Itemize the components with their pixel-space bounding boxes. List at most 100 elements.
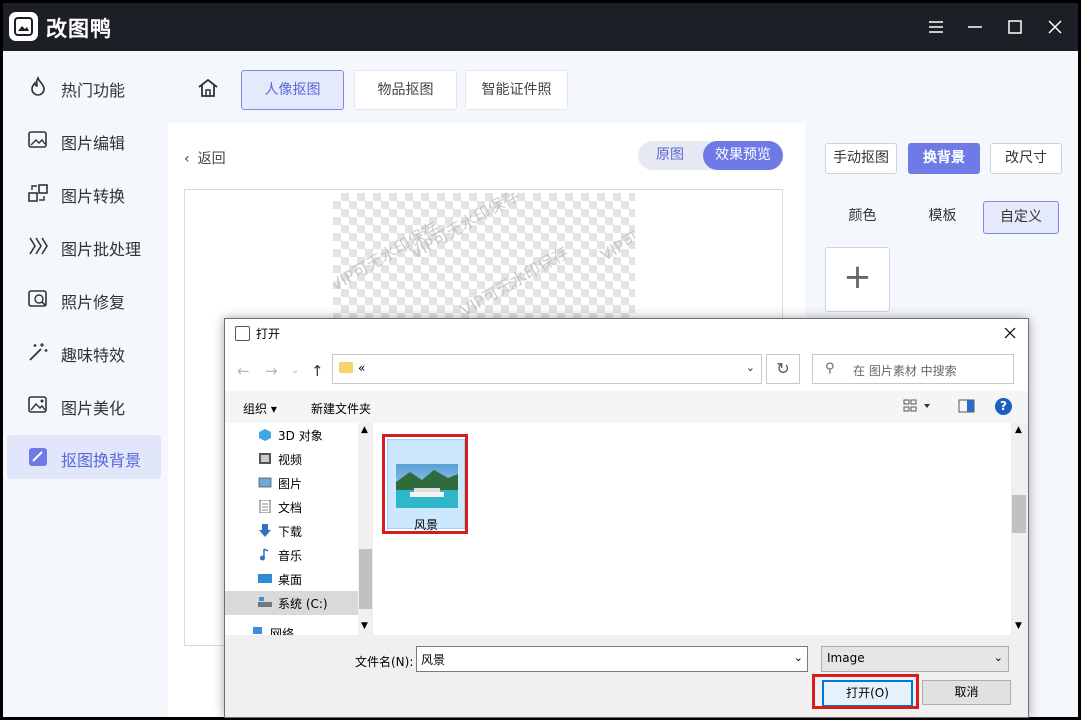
dialog-app-icon xyxy=(235,326,250,341)
app-logo-icon xyxy=(9,12,38,41)
up-arrow-icon[interactable]: ↑ xyxy=(311,362,324,380)
view-options-icon[interactable] xyxy=(903,398,933,417)
tree-item-system-drive[interactable]: 系统 (C:) xyxy=(225,591,358,615)
add-background-button[interactable]: + xyxy=(825,247,890,312)
image-beautify-icon xyxy=(27,394,49,416)
download-icon xyxy=(258,524,272,537)
network-icon xyxy=(250,626,264,635)
file-list: 风景 xyxy=(373,423,1011,635)
tree-scrollbar[interactable]: ▲ ▼ xyxy=(358,423,373,635)
navigation-tree: 3D 对象 视频 图片 文档 下载 音乐 桌面 系统 (C:) 网络 xyxy=(225,423,358,635)
close-icon[interactable] xyxy=(1043,15,1067,39)
chevron-down-icon[interactable]: ⌄ xyxy=(746,361,755,374)
drive-icon xyxy=(258,596,272,609)
tab-portrait-cutout[interactable]: 人像抠图 xyxy=(241,70,344,110)
tree-item-3d-objects[interactable]: 3D 对象 xyxy=(225,423,358,447)
fire-icon xyxy=(27,76,49,98)
manual-cutout-button[interactable]: 手动抠图 xyxy=(825,143,897,174)
convert-icon xyxy=(27,182,49,204)
search-icon: ⚲ xyxy=(825,361,835,376)
tab-custom[interactable]: 自定义 xyxy=(983,201,1059,234)
filename-label: 文件名(N): xyxy=(355,655,414,669)
tree-item-pictures[interactable]: 图片 xyxy=(225,471,358,495)
new-folder-button[interactable]: 新建文件夹 xyxy=(311,400,371,417)
dialog-close-icon[interactable] xyxy=(1000,323,1020,343)
transparent-preview: VIP可无水印保存 VIP可无水印保存 VIP可无水印保存 VIP可无水印保存 xyxy=(333,193,635,323)
scroll-down-icon[interactable]: ▼ xyxy=(361,621,368,631)
view-toggle: 原图 效果预览 xyxy=(638,141,783,170)
tab-color[interactable]: 颜色 xyxy=(830,201,895,232)
highlight-box xyxy=(382,434,468,534)
address-row: ← → ⌄ ↑ « ⌄ ↻ ⚲ 在 图片素材 中搜索 xyxy=(225,347,1028,391)
chevron-down-icon: ⌄ xyxy=(993,651,1003,664)
3d-objects-icon xyxy=(258,428,272,441)
sidebar-item-hot[interactable]: 热门功能 xyxy=(7,65,161,109)
maximize-icon[interactable] xyxy=(1003,15,1027,39)
original-toggle[interactable]: 原图 xyxy=(638,141,702,170)
tree-item-desktop[interactable]: 桌面 xyxy=(225,567,358,591)
preview-toggle[interactable]: 效果预览 xyxy=(703,141,783,170)
chevron-down-icon[interactable]: ⌄ xyxy=(794,651,803,664)
sidebar-item-image-edit[interactable]: 图片编辑 xyxy=(7,118,161,162)
cancel-button[interactable]: 取消 xyxy=(922,680,1011,705)
sidebar: 热门功能 图片编辑 图片转换 图片批处理 照片修复 趣味特效 图片美化 抠图换背… xyxy=(3,51,168,717)
file-type-select[interactable]: Image ⌄ xyxy=(821,646,1009,672)
scroll-down-icon[interactable]: ▼ xyxy=(1015,621,1022,631)
scrollbar-thumb[interactable] xyxy=(359,549,372,609)
file-scrollbar[interactable]: ▲ ▼ xyxy=(1011,423,1027,635)
watermark: VIP可无水印保存 xyxy=(457,242,572,320)
photo-repair-icon xyxy=(27,288,49,310)
back-button[interactable]: ‹ 返回 xyxy=(184,148,226,168)
chevron-left-icon: ‹ xyxy=(184,151,190,167)
scroll-up-icon[interactable]: ▲ xyxy=(1015,425,1022,435)
watermark: VIP可无水印保存 xyxy=(597,193,635,265)
home-icon[interactable] xyxy=(197,77,219,103)
help-icon[interactable]: ? xyxy=(995,398,1012,415)
pictures-icon xyxy=(258,476,272,489)
sidebar-item-beautify[interactable]: 图片美化 xyxy=(7,383,161,427)
organize-button[interactable]: 组织 ▾ xyxy=(243,400,277,417)
sidebar-item-cutout[interactable]: 抠图换背景 xyxy=(7,435,161,479)
cutout-icon xyxy=(27,446,49,468)
dialog-toolbar: 组织 ▾ 新建文件夹 ? xyxy=(225,391,1028,423)
search-input[interactable]: ⚲ 在 图片素材 中搜索 xyxy=(812,354,1014,384)
refresh-icon[interactable]: ↻ xyxy=(766,354,800,384)
tree-item-documents[interactable]: 文档 xyxy=(225,495,358,519)
dialog-title-bar: 打开 xyxy=(225,319,1028,347)
preview-pane-icon[interactable] xyxy=(958,398,976,417)
back-arrow-icon[interactable]: ← xyxy=(237,362,250,380)
filename-field[interactable]: 风景 ⌄ xyxy=(416,646,808,672)
tree-item-music[interactable]: 音乐 xyxy=(225,543,358,567)
sidebar-item-batch[interactable]: 图片批处理 xyxy=(7,224,161,268)
menu-icon[interactable] xyxy=(924,15,948,39)
top-nav: 人像抠图 物品抠图 智能证件照 xyxy=(168,51,1078,123)
desktop-icon xyxy=(258,572,272,585)
tab-id-photo[interactable]: 智能证件照 xyxy=(465,70,568,110)
scrollbar-thumb[interactable] xyxy=(1012,495,1026,533)
forward-arrow-icon[interactable]: → xyxy=(265,362,278,380)
tree-item-videos[interactable]: 视频 xyxy=(225,447,358,471)
change-background-button[interactable]: 换背景 xyxy=(908,143,980,174)
music-icon xyxy=(258,548,272,561)
address-bar[interactable]: « ⌄ xyxy=(332,354,762,384)
open-file-dialog: 打开 ← → ⌄ ↑ « ⌄ ↻ ⚲ 在 图片素材 中搜索 组织 ▾ 新建文件夹… xyxy=(224,318,1029,718)
app-title: 改图鸭 xyxy=(46,17,112,41)
tree-item-network[interactable]: 网络 xyxy=(225,621,350,635)
documents-icon xyxy=(258,499,272,514)
tab-template[interactable]: 模板 xyxy=(910,201,975,232)
folder-icon xyxy=(339,362,353,373)
magic-wand-icon xyxy=(27,341,49,363)
tree-item-downloads[interactable]: 下载 xyxy=(225,519,358,543)
highlight-box xyxy=(812,674,919,709)
scroll-up-icon[interactable]: ▲ xyxy=(361,425,368,435)
image-edit-icon xyxy=(27,129,49,151)
video-icon xyxy=(258,452,272,465)
recent-dropdown-icon[interactable]: ⌄ xyxy=(291,365,299,376)
minimize-icon[interactable] xyxy=(963,15,987,39)
dialog-title: 打开 xyxy=(256,327,281,341)
tab-object-cutout[interactable]: 物品抠图 xyxy=(354,70,457,110)
sidebar-item-effects[interactable]: 趣味特效 xyxy=(7,330,161,374)
resize-button[interactable]: 改尺寸 xyxy=(990,143,1062,174)
sidebar-item-convert[interactable]: 图片转换 xyxy=(7,171,161,215)
sidebar-item-photo-repair[interactable]: 照片修复 xyxy=(7,277,161,321)
